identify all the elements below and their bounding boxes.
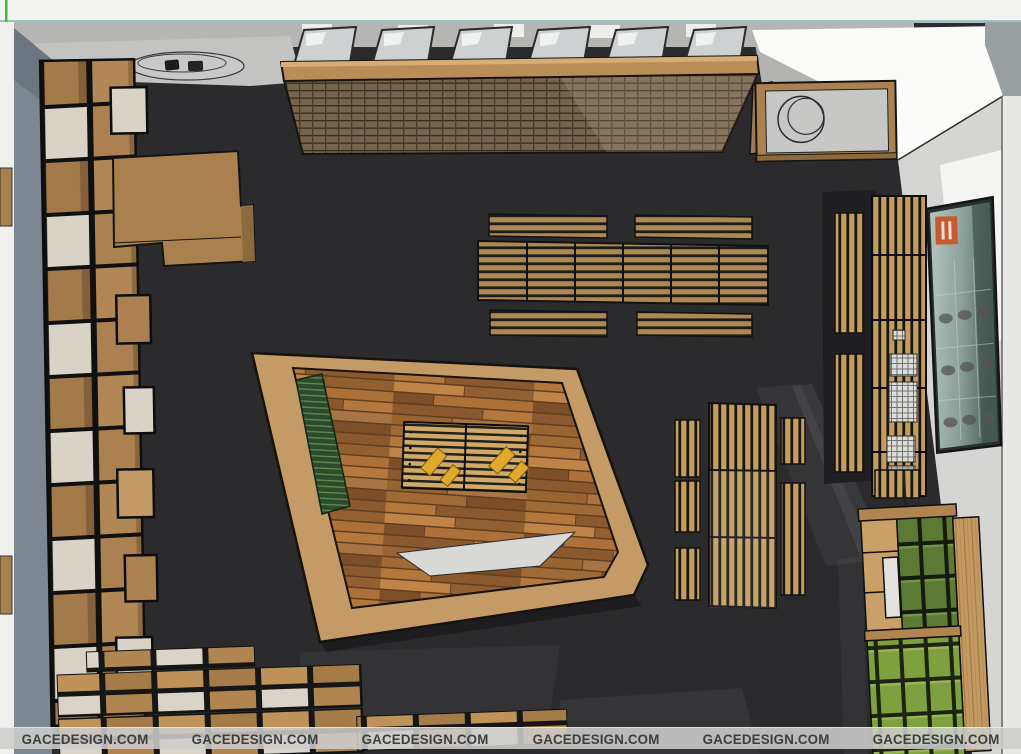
outer-wall-strip-left <box>0 22 14 754</box>
bench <box>835 354 863 472</box>
interior-render-image: GACEDESIGN.COM GACEDESIGN.COM GACEDESIGN… <box>0 0 1021 754</box>
poster-orange-logo <box>935 216 958 245</box>
render-scene <box>0 0 1021 754</box>
wall-poster <box>927 197 1002 453</box>
watermark-text: GACEDESIGN.COM <box>685 731 847 747</box>
bench <box>675 548 700 600</box>
stool <box>188 61 203 72</box>
bench <box>781 483 805 595</box>
watermark-text: GACEDESIGN.COM <box>4 731 166 747</box>
wall-shelf-baskets <box>872 196 926 512</box>
watermark-text: GACEDESIGN.COM <box>345 731 507 747</box>
bench <box>489 214 607 238</box>
watermark-text: GACEDESIGN.COM <box>855 731 1017 747</box>
bench <box>835 213 863 333</box>
teal-trim-line <box>0 20 1021 23</box>
watermark-text: GACEDESIGN.COM <box>515 731 677 747</box>
left-wall-wood-patch-1 <box>0 168 12 226</box>
wire-baskets <box>887 330 917 490</box>
watermark-bar: GACEDESIGN.COM GACEDESIGN.COM GACEDESIGN… <box>0 727 1021 749</box>
stool <box>165 59 180 70</box>
bench <box>637 312 752 337</box>
bench <box>490 310 607 337</box>
watermark-text: GACEDESIGN.COM <box>174 731 336 747</box>
left-wall-wood-patch-2 <box>0 556 12 614</box>
outer-wall-strip-right <box>1003 96 1021 754</box>
central-platform <box>252 353 648 652</box>
locker-green-upper <box>897 514 959 629</box>
top-ceiling-band <box>0 0 1021 21</box>
oval-rug <box>130 52 244 80</box>
green-locker-unit <box>858 503 991 754</box>
platform-table <box>402 422 530 492</box>
reading-tables-right <box>675 403 805 608</box>
bench <box>781 418 805 464</box>
slatted-display-wall <box>281 56 772 154</box>
bench <box>675 420 700 477</box>
locker-white-box <box>883 557 901 618</box>
bench <box>635 215 752 239</box>
shelf-foot-slats <box>875 470 919 498</box>
service-cabinet <box>755 81 896 161</box>
green-axis-line <box>5 0 8 22</box>
bench <box>675 481 700 532</box>
